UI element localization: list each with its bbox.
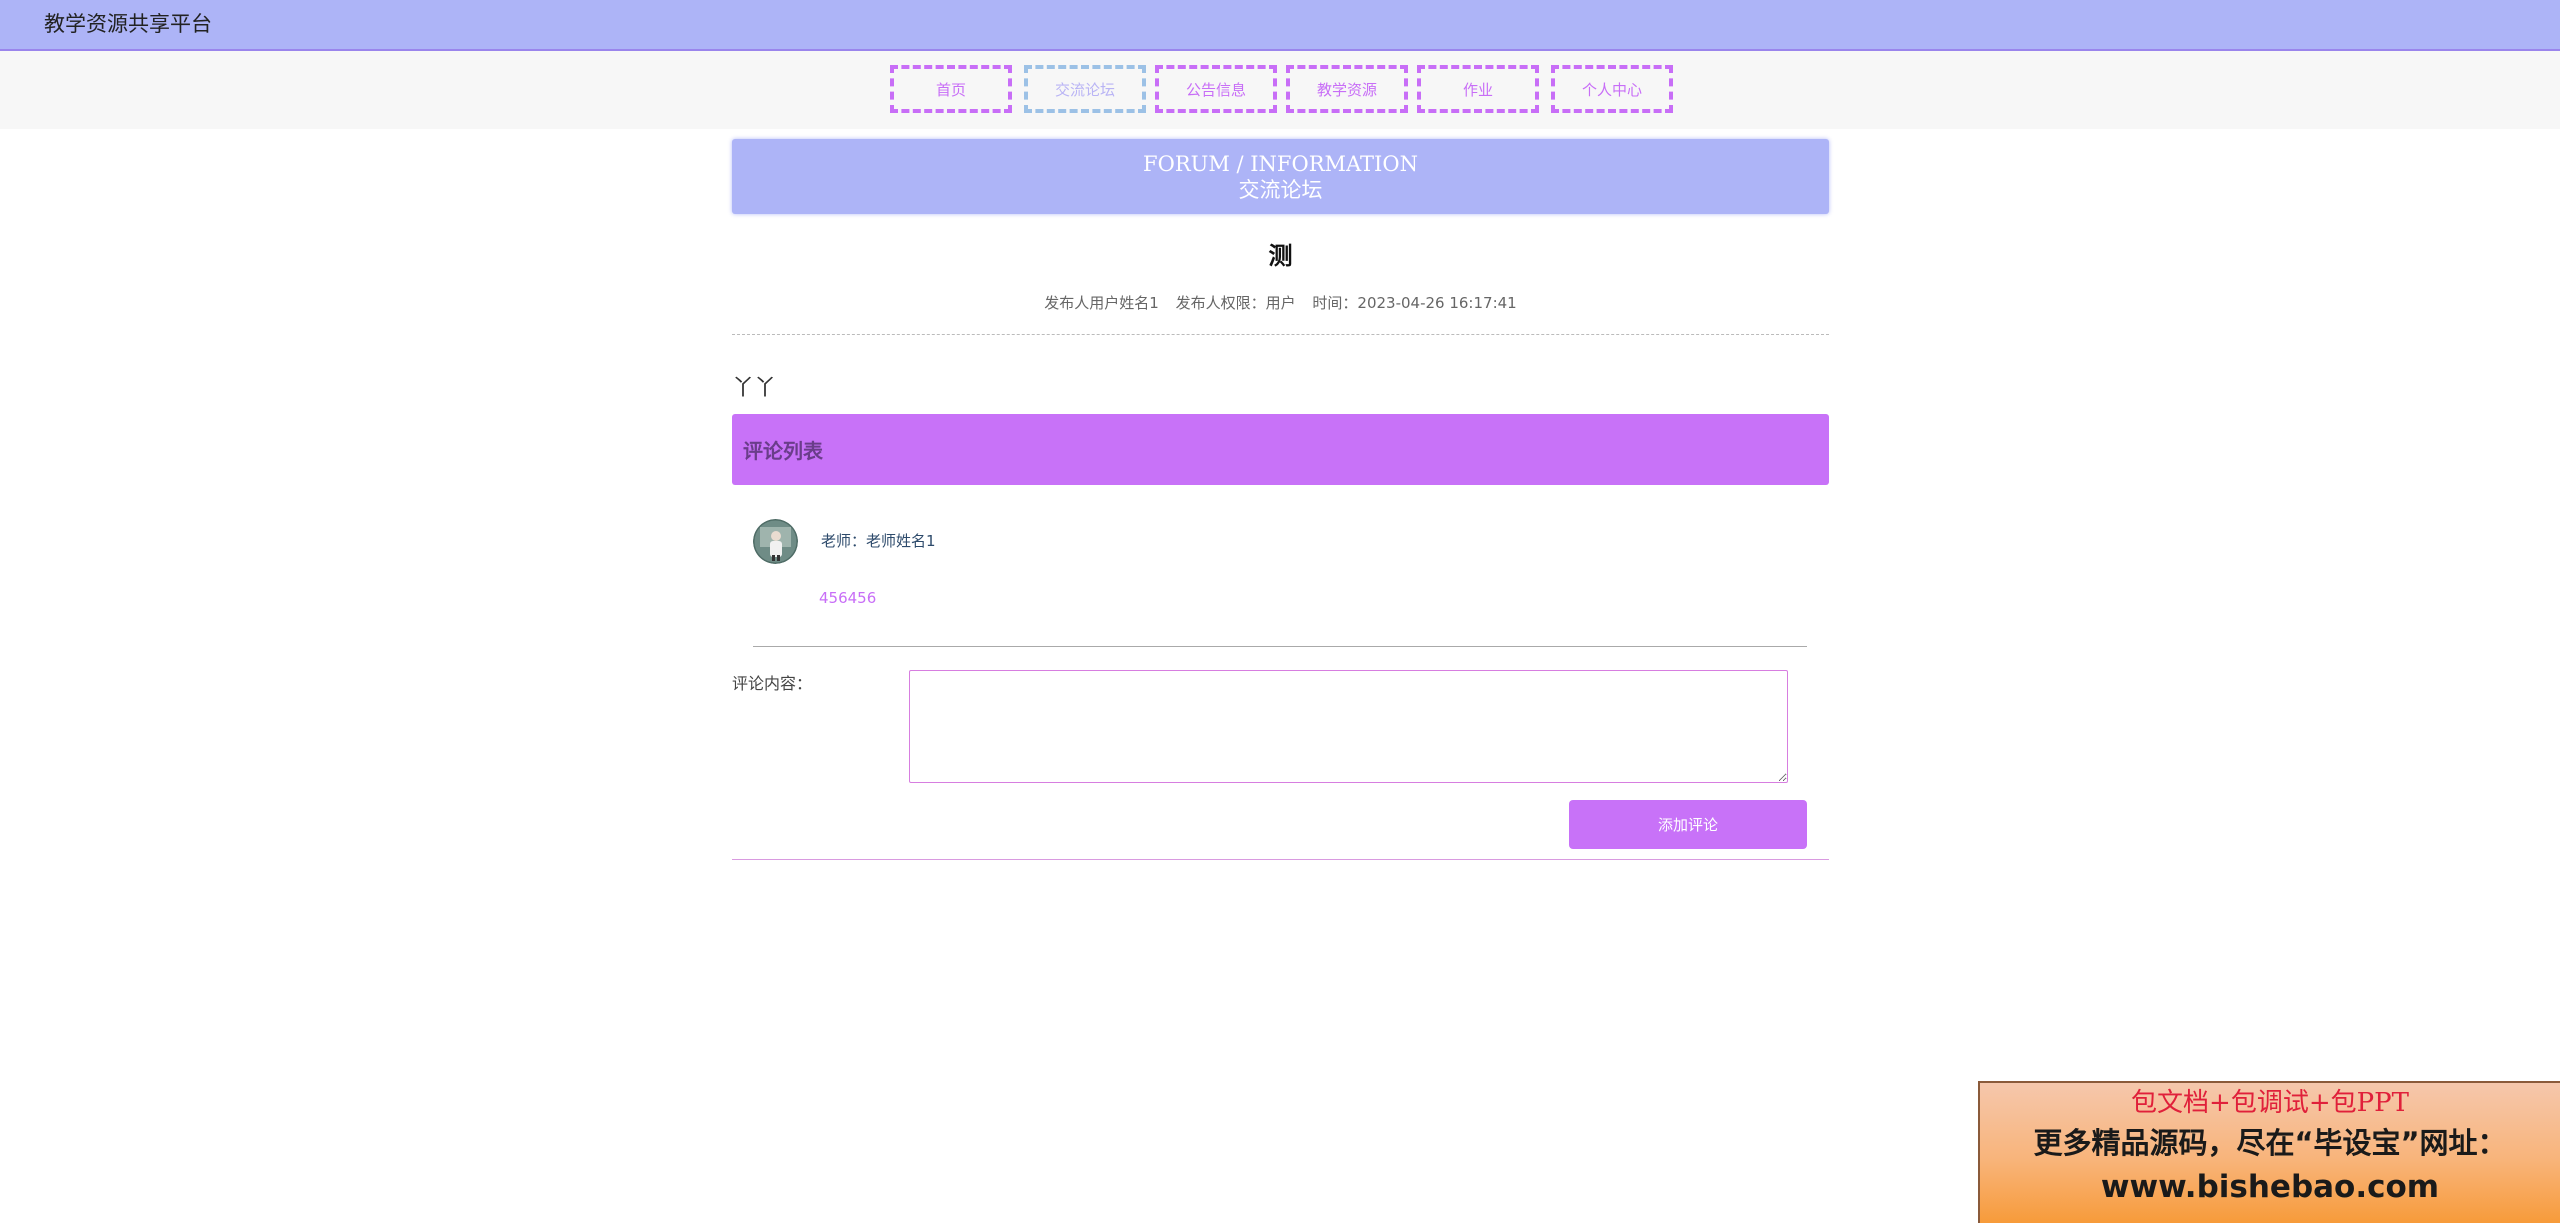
nav-item-resources[interactable]: 教学资源	[1286, 65, 1408, 113]
avatar-image	[753, 519, 798, 564]
comment-content-label: 评论内容：	[732, 674, 813, 693]
section-banner: FORUM / INFORMATION 交流论坛	[732, 139, 1829, 214]
post-title: 测	[1268, 242, 1293, 270]
banner-title-en: FORUM / INFORMATION	[1143, 152, 1418, 176]
comments-header: 评论列表	[732, 414, 1829, 485]
post-body: 丫丫	[732, 376, 777, 401]
promo-watermark: 包文档+包调试+包PPT 更多精品源码，尽在“毕设宝”网址： www.bishe…	[1978, 1081, 2560, 1223]
banner-title-cn: 交流论坛	[1238, 178, 1323, 202]
post-role: 发布人权限：用户	[1175, 294, 1296, 312]
site-title: 教学资源共享平台	[44, 12, 212, 36]
comment-author: 老师：老师姓名1	[821, 532, 936, 550]
watermark-line-1: 包文档+包调试+包PPT	[2131, 1088, 2409, 1118]
post-divider	[732, 334, 1829, 335]
form-divider	[732, 859, 1829, 860]
nav-item-profile[interactable]: 个人中心	[1551, 65, 1673, 113]
post-time: 时间：2023-04-26 16:17:41	[1312, 294, 1517, 312]
nav-item-forum[interactable]: 交流论坛	[1024, 65, 1146, 113]
nav-item-announcements[interactable]: 公告信息	[1155, 65, 1277, 113]
add-comment-button[interactable]: 添加评论	[1569, 800, 1807, 849]
post-author: 发布人用户姓名1	[1044, 294, 1159, 312]
comment-textarea[interactable]	[909, 670, 1788, 783]
watermark-line-3: www.bishebao.com	[2100, 1169, 2440, 1205]
top-bar: 教学资源共享平台	[0, 0, 2560, 51]
nav-item-home[interactable]: 首页	[890, 65, 1012, 113]
watermark-line-2: 更多精品源码，尽在“毕设宝”网址：	[2033, 1126, 2507, 1160]
post-meta: 发布人用户姓名1 发布人权限：用户 时间：2023-04-26 16:17:41	[732, 292, 1829, 313]
comment-divider	[753, 646, 1807, 647]
comment-content: 456456	[819, 589, 877, 607]
main-nav: 首页 交流论坛 公告信息 教学资源 作业 个人中心	[0, 51, 2560, 129]
commenter-avatar	[753, 519, 798, 564]
nav-item-homework[interactable]: 作业	[1417, 65, 1539, 113]
